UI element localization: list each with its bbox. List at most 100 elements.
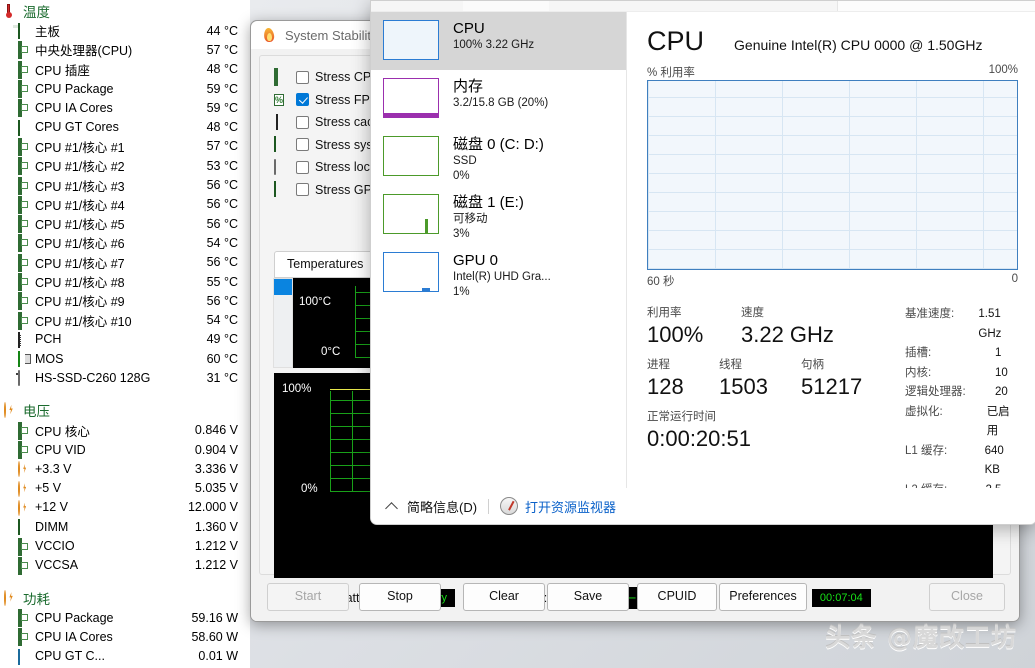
usage-axis-min: 0%	[301, 483, 318, 495]
tab-temperatures[interactable]: Temperatures	[274, 251, 377, 277]
sensor-label: +12 V	[35, 500, 69, 515]
preferences-button[interactable]: Preferences	[719, 583, 807, 611]
resource-card-磁盘 0 (C: D:)[interactable]: 磁盘 0 (C: D:) SSD 0%	[371, 128, 626, 186]
sensor-value: 56 °C	[206, 178, 238, 193]
sensor-value: 56 °C	[206, 197, 238, 212]
stress-option[interactable]: % Stress FPU	[274, 89, 385, 112]
open-resource-monitor-link[interactable]: 打开资源监视器	[525, 497, 616, 516]
sensor-row[interactable]: CPU #1/核心 #3 56 °C	[0, 175, 250, 195]
sensor-group-温度[interactable]: 温度	[0, 0, 250, 21]
sensor-row[interactable]: CPU 核心 0.846 V	[0, 421, 250, 440]
sensor-row[interactable]: 中央处理器(CPU) 57 °C	[0, 40, 250, 60]
sensor-row[interactable]: CPU #1/核心 #9 56 °C	[0, 291, 250, 311]
stat-utilization-value: 100%	[647, 322, 704, 347]
sensor-row[interactable]: CPU IA Cores 58.60 W	[0, 627, 250, 647]
voltage-icon	[18, 499, 31, 516]
sensor-row[interactable]: VCCSA 1.212 V	[0, 556, 250, 575]
resource-name: 磁盘 0 (C: D:)	[453, 136, 544, 153]
cpu-utilization-graph	[647, 80, 1018, 270]
sensor-group-功耗[interactable]: 功耗	[0, 587, 250, 608]
sensor-row[interactable]: +3.3 V 3.336 V	[0, 459, 250, 478]
cpuid-button[interactable]: CPUID	[637, 583, 717, 611]
resource-monitor-icon[interactable]	[500, 497, 519, 515]
cpu-chip-icon	[18, 99, 31, 118]
ghost-tab-2[interactable]	[463, 1, 550, 11]
stress-checkbox[interactable]	[296, 160, 309, 174]
sensor-row[interactable]: +5 V 5.035 V	[0, 479, 250, 498]
ghost-tab-5[interactable]	[703, 1, 742, 11]
ghost-tab-7[interactable]	[803, 1, 838, 11]
task-manager-window[interactable]: CPU 100% 3.22 GHz 内存 3.2/15.8 GB (20%) 磁盘 0 …	[370, 0, 1035, 525]
ghost-tab-1[interactable]	[371, 1, 464, 11]
sensor-label: CPU IA Cores	[35, 629, 113, 644]
stress-checkbox[interactable]	[296, 183, 309, 197]
clear-button[interactable]: Clear	[463, 583, 545, 611]
chevron-up-icon[interactable]	[385, 499, 399, 513]
stress-option[interactable]: Stress syste	[274, 134, 385, 157]
sensor-row[interactable]: 主板 44 °C	[0, 21, 250, 40]
sensor-row[interactable]: CPU #1/核心 #8 55 °C	[0, 272, 250, 291]
cpu-chip-icon	[18, 215, 31, 234]
sensor-row[interactable]: +12 V 12.000 V	[0, 498, 250, 517]
spec-key: 基准速度:	[905, 308, 955, 320]
resource-card-内存[interactable]: 内存 3.2/15.8 GB (20%)	[371, 70, 626, 128]
sensor-row[interactable]: VCCIO 1.212 V	[0, 536, 250, 556]
graph-y-label: % 利用率	[647, 67, 695, 79]
sensor-value: 0.846 V	[194, 423, 238, 438]
stress-checkbox[interactable]	[296, 138, 309, 152]
resource-card-磁盘 1 (E:)[interactable]: 磁盘 1 (E:) 可移动 3%	[371, 186, 626, 244]
save-button[interactable]: Save	[547, 583, 629, 611]
stress-checkbox[interactable]	[296, 115, 309, 129]
gpu-icon	[274, 181, 289, 198]
sensor-row[interactable]: CPU VID 0.904 V	[0, 440, 250, 460]
sensor-row[interactable]: PCH 49 °C	[0, 330, 250, 349]
sensor-row[interactable]: CPU #1/核心 #2 53 °C	[0, 156, 250, 176]
resource-card-CPU[interactable]: CPU 100% 3.22 GHz	[371, 12, 626, 70]
temperature-scrollbar[interactable]	[273, 278, 293, 368]
start-button[interactable]: Start	[267, 583, 349, 611]
sensor-label: CPU #1/核心 #5	[35, 218, 125, 233]
sst-window-title: System Stability	[285, 27, 378, 43]
ghost-tab-3[interactable]	[549, 1, 668, 11]
sensor-row[interactable]: CPU Package 59 °C	[0, 79, 250, 99]
sensor-label: 中央处理器(CPU)	[35, 44, 133, 59]
stop-button[interactable]: Stop	[359, 583, 441, 611]
sensor-row[interactable]: CPU #1/核心 #6 54 °C	[0, 233, 250, 253]
stress-checkbox[interactable]	[296, 70, 309, 84]
stress-option[interactable]: Stress GPU(	[274, 179, 385, 202]
stress-option[interactable]: Stress CPU	[274, 66, 385, 89]
scrollbar-thumb[interactable]	[274, 279, 292, 295]
resource-subtitle: 3.2/15.8 GB (20%)	[453, 97, 549, 109]
sensor-value: 31 °C	[206, 370, 238, 385]
ghost-tab-6[interactable]	[741, 1, 804, 11]
task-manager-footer: 简略信息(D) 打开资源监视器	[371, 488, 1035, 524]
sensor-row[interactable]: CPU GT Cores 48 °C	[0, 117, 250, 136]
stress-option[interactable]: Stress local	[274, 156, 385, 179]
sensor-row[interactable]: CPU GT C... 0.01 W	[0, 647, 250, 666]
sensor-row[interactable]: CPU #1/核心 #10 54 °C	[0, 310, 250, 330]
sensor-row[interactable]: MOS 60 °C	[0, 349, 250, 368]
sensor-row[interactable]: CPU #1/核心 #7 56 °C	[0, 253, 250, 272]
sensor-row[interactable]: CPU 插座 48 °C	[0, 60, 250, 79]
dimm-icon	[18, 519, 31, 536]
graph-bottom-labels: 60 秒 0	[647, 273, 1018, 289]
resource-subtitle: 100% 3.22 GHz	[453, 39, 535, 51]
sensor-value: 60 °C	[206, 351, 238, 366]
sensor-row[interactable]: CPU #1/核心 #5 56 °C	[0, 214, 250, 234]
ghost-tab-4[interactable]	[667, 1, 704, 11]
sensor-row[interactable]: CPU #1/核心 #4 56 °C	[0, 195, 250, 214]
sensor-row[interactable]: CPU Package 59.16 W	[0, 608, 250, 628]
task-manager-tabbar[interactable]	[371, 1, 1035, 12]
sensor-row[interactable]: CPU IA Cores 59 °C	[0, 98, 250, 118]
sensor-row[interactable]: DIMM 1.360 V	[0, 517, 250, 536]
resource-list[interactable]: CPU 100% 3.22 GHz 内存 3.2/15.8 GB (20%) 磁盘 0 …	[371, 12, 627, 488]
resource-card-GPU 0[interactable]: GPU 0 Intel(R) UHD Gra... 1%	[371, 244, 626, 302]
sensor-group-电压[interactable]: 电压	[0, 400, 250, 421]
fewer-details-button[interactable]: 简略信息(D)	[407, 497, 477, 516]
stress-option[interactable]: Stress cach	[274, 111, 385, 134]
stress-checkbox[interactable]	[296, 93, 309, 107]
sensor-row[interactable]: CPU #1/核心 #1 57 °C	[0, 137, 250, 156]
sensor-row[interactable]: HS-SSD-C260 128G 31 °C	[0, 368, 250, 387]
close-button[interactable]: Close	[929, 583, 1005, 611]
